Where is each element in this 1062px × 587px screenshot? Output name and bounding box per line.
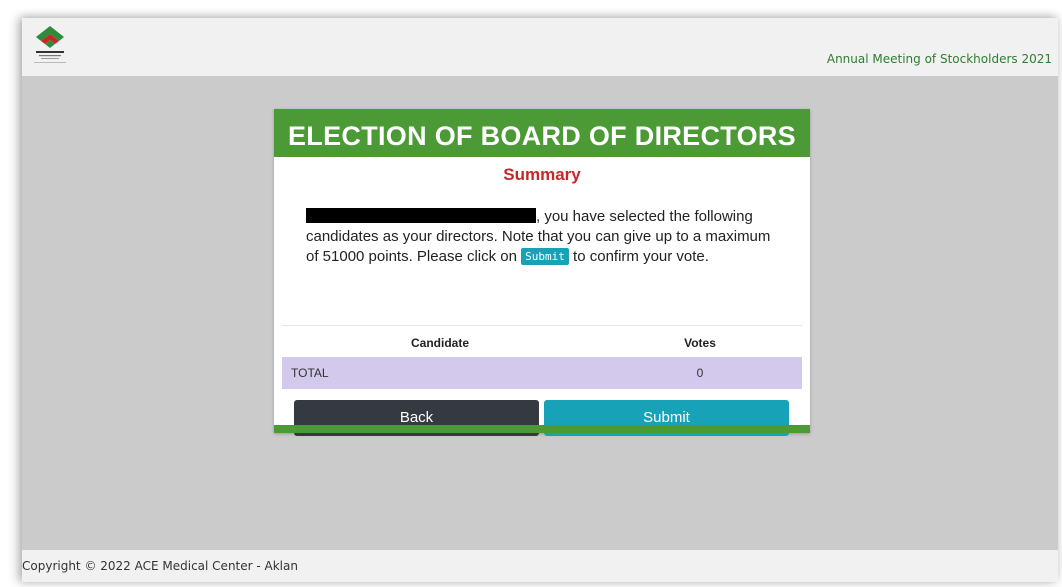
footer: Copyright © 2022 ACE Medical Center - Ak… [22,550,1058,582]
copyright-text: Copyright © 2022 ACE Medical Center - Ak… [22,559,298,573]
message-text-2: to confirm your vote. [568,248,709,265]
column-header-candidate: Candidate [410,336,469,350]
election-card: ELECTION OF BOARD OF DIRECTORS Summary ,… [274,109,810,436]
submit-inline-code: Submit [521,248,569,265]
meeting-title: Annual Meeting of Stockholders 2021 [826,52,1052,66]
redacted-name [306,208,536,223]
table-divider [282,325,802,326]
table-row-total: TOTAL 0 [282,357,802,389]
card-bottom-bar [274,425,810,433]
selection-message: , you have selected the following candid… [306,207,786,267]
card-title: ELECTION OF BOARD OF DIRECTORS [274,109,810,157]
summary-heading: Summary [503,165,581,184]
votes-table-header: Candidate Votes [282,329,802,355]
total-label: TOTAL [291,366,329,380]
total-votes-value: 0 [696,366,704,380]
column-header-votes: Votes [684,336,716,350]
top-bar: Annual Meeting of Stockholders 2021 [22,18,1058,76]
company-logo-icon[interactable] [30,24,70,68]
app-frame: Annual Meeting of Stockholders 2021 ELEC… [22,18,1058,582]
